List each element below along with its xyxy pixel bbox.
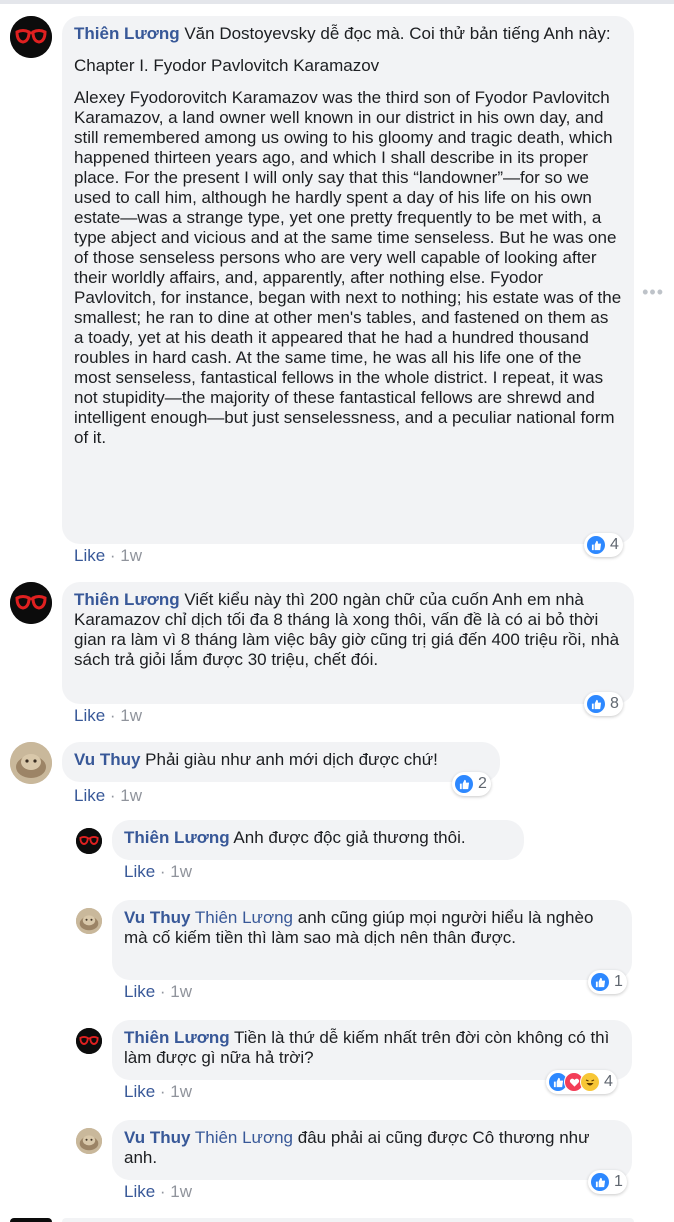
reaction-summary[interactable]: 1 <box>588 970 627 994</box>
reaction-count: 2 <box>478 775 487 792</box>
comment-text: Văn Dostoyevsky dễ đọc mà. Coi thử bản t… <box>184 24 611 43</box>
thumbs-up-icon <box>454 774 474 794</box>
reply-bubble: Vu Thuy Thiên Lương anh cũng giúp mọi ng… <box>112 900 632 980</box>
red-glasses-avatar-icon <box>10 16 52 58</box>
reply-meta: Like · 1w <box>124 1082 193 1101</box>
timestamp[interactable]: 1w <box>170 982 192 1001</box>
timestamp[interactable]: 1w <box>120 546 142 565</box>
thumbs-up-icon <box>586 694 606 714</box>
comment-bubble: Thiên Lương Viết kiểu này thì 200 ngàn c… <box>62 582 634 704</box>
reply-bubble: Vu Thuy Thiên Lương đâu phải ai cũng đượ… <box>112 1120 632 1180</box>
avatar[interactable] <box>76 1128 102 1154</box>
timestamp[interactable]: 1w <box>120 706 142 725</box>
reply-bubble: Thiên Lương Anh được độc giả thương thôi… <box>112 820 524 860</box>
comment-author[interactable]: Thiên Lương <box>74 24 180 43</box>
reply-author[interactable]: Thiên Lương <box>124 828 230 847</box>
reaction-summary[interactable]: 8 <box>584 692 623 716</box>
red-glasses-avatar-icon <box>76 1028 102 1054</box>
reply-text: Anh được độc giả thương thôi. <box>233 828 466 847</box>
timestamp[interactable]: 1w <box>170 862 192 881</box>
cat-photo-avatar-icon <box>76 908 102 934</box>
cat-photo-avatar-icon <box>10 742 52 784</box>
like-link[interactable]: Like <box>124 862 155 881</box>
haha-icon <box>580 1072 600 1092</box>
red-glasses-avatar-icon <box>76 828 102 854</box>
reply-text: đâu phải ai cũng được Cô thương như anh. <box>124 1128 590 1167</box>
reply-mention[interactable]: Thiên Lương <box>195 908 293 927</box>
comment-paragraph: Chapter I. Fyodor Pavlovitch Karamazov <box>74 56 380 75</box>
reaction-summary[interactable]: 4 <box>584 533 623 557</box>
reply-meta: Like · 1w <box>124 1182 193 1201</box>
comment-paragraph: Alexey Fyodorovitch Karamazov was the th… <box>74 88 622 447</box>
avatar[interactable] <box>10 582 52 624</box>
comment-text: Phải giàu như anh mới dịch được chứ! <box>145 750 438 769</box>
reaction-count: 1 <box>614 1173 623 1190</box>
comment-author[interactable]: Thiên Lương <box>74 590 180 609</box>
avatar[interactable] <box>10 16 52 58</box>
top-divider <box>0 0 674 4</box>
avatar[interactable] <box>10 742 52 784</box>
thumbs-up-icon <box>590 1172 610 1192</box>
thumbs-up-icon <box>586 535 606 555</box>
avatar[interactable] <box>76 828 102 854</box>
reply-meta: Like · 1w <box>124 982 193 1001</box>
timestamp[interactable]: 1w <box>170 1182 192 1201</box>
avatar[interactable] <box>76 1028 102 1054</box>
reply-mention[interactable]: Thiên Lương <box>195 1128 293 1147</box>
thumbs-up-icon <box>590 972 610 992</box>
next-comment-edge <box>0 1216 674 1222</box>
reaction-count: 4 <box>610 536 619 553</box>
like-link[interactable]: Like <box>74 706 105 725</box>
reply-author[interactable]: Thiên Lương <box>124 1028 230 1047</box>
like-link[interactable]: Like <box>74 786 105 805</box>
comment-meta: Like · 1w <box>74 546 143 565</box>
reaction-summary[interactable]: 1 <box>588 1170 627 1194</box>
reaction-summary[interactable]: 2 <box>452 772 491 796</box>
like-link[interactable]: Like <box>124 1082 155 1101</box>
reaction-count: 4 <box>604 1073 613 1090</box>
avatar[interactable] <box>76 908 102 934</box>
cat-photo-avatar-icon <box>76 1128 102 1154</box>
reaction-summary[interactable]: 4 <box>546 1070 617 1094</box>
red-glasses-avatar-icon <box>10 582 52 624</box>
like-link[interactable]: Like <box>124 982 155 1001</box>
reply-meta: Like · 1w <box>124 862 193 881</box>
comment-meta: Like · 1w <box>74 706 143 725</box>
comment-meta: Like · 1w <box>74 786 143 805</box>
more-options-icon[interactable]: ••• <box>642 282 664 303</box>
reply-author[interactable]: Vu Thuy <box>124 908 190 927</box>
comment-bubble: Vu Thuy Phải giàu như anh mới dịch được … <box>62 742 500 782</box>
timestamp[interactable]: 1w <box>120 786 142 805</box>
timestamp[interactable]: 1w <box>170 1082 192 1101</box>
reaction-count: 1 <box>614 973 623 990</box>
comment-author[interactable]: Vu Thuy <box>74 750 140 769</box>
like-link[interactable]: Like <box>74 546 105 565</box>
reaction-count: 8 <box>610 695 619 712</box>
comment-bubble: Thiên Lương Văn Dostoyevsky dễ đọc mà. C… <box>62 16 634 544</box>
like-link[interactable]: Like <box>124 1182 155 1201</box>
reply-author[interactable]: Vu Thuy <box>124 1128 190 1147</box>
